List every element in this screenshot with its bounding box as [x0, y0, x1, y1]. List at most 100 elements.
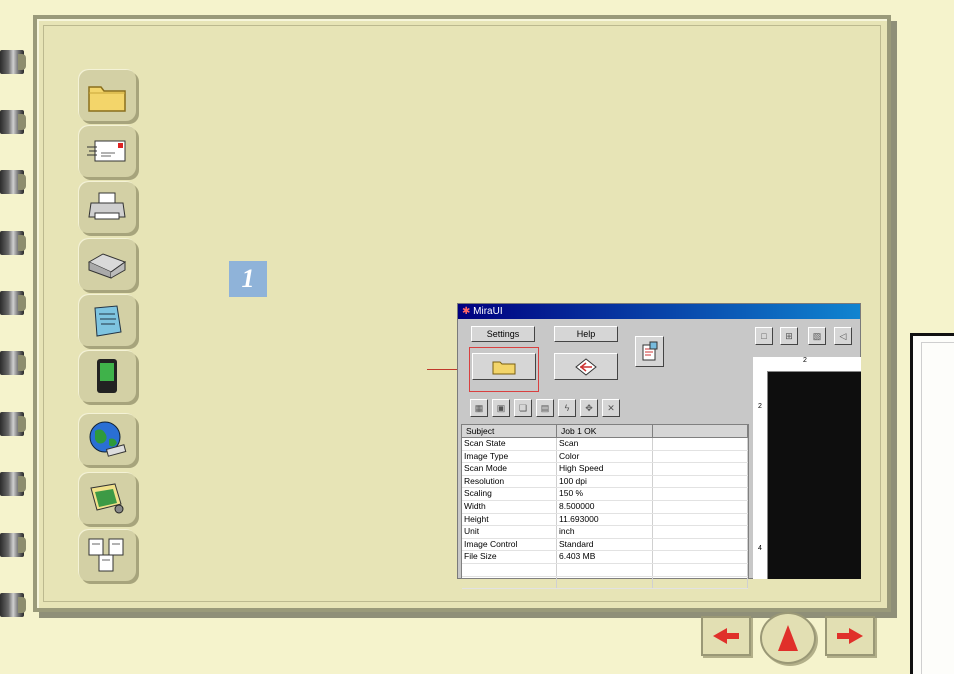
document-copy-icon [88, 538, 124, 572]
binding-ring [0, 472, 26, 496]
arrow-right-icon [837, 628, 863, 644]
fax-icon [87, 253, 127, 279]
table-row[interactable]: Scaling 150 % [462, 488, 748, 501]
prev-preview-tool[interactable]: ◁ [834, 327, 852, 345]
email-icon [87, 140, 126, 162]
web-globe-icon [89, 421, 127, 457]
image-edit-icon [90, 483, 124, 514]
row-label: Resolution [462, 475, 557, 488]
preview-select-tool[interactable]: □ [755, 327, 773, 345]
printer-icon [88, 192, 126, 220]
email-button[interactable] [78, 125, 136, 177]
binding-ring [0, 110, 26, 134]
table-row[interactable]: Scan State Scan [462, 438, 748, 451]
row-value: 8.500000 [557, 500, 653, 513]
horizontal-ruler: 2 [767, 357, 861, 372]
image-edit-button[interactable] [78, 472, 136, 524]
delete-tool[interactable]: ✕ [602, 399, 620, 417]
binding-ring [0, 170, 26, 194]
binding-ring [0, 412, 26, 436]
pda-icon [97, 359, 117, 393]
row-value: 11.693000 [557, 513, 653, 526]
notepad-icon [94, 305, 122, 337]
row-label [462, 563, 557, 576]
zoom-fit-tool[interactable]: ▧ [808, 327, 826, 345]
notepad-button[interactable] [78, 294, 136, 346]
table-row[interactable]: File Size 6.403 MB [462, 551, 748, 564]
scan-preview-image [768, 372, 861, 579]
row-label: Scaling [462, 488, 557, 500]
document-copy-button[interactable] [78, 529, 136, 581]
table-row[interactable] [462, 576, 748, 590]
help-button[interactable]: Help [554, 326, 618, 342]
home-button[interactable] [760, 612, 816, 664]
folder-button[interactable] [78, 69, 136, 121]
save-tool[interactable]: ▤ [536, 399, 554, 417]
row-value: 100 dpi [557, 475, 653, 488]
row-value: High Speed [557, 463, 653, 475]
folder-icon [88, 86, 126, 112]
table-row[interactable]: Image Control Standard [462, 538, 748, 552]
row-value [557, 576, 653, 589]
row-label: Width [462, 500, 557, 513]
row-label: File Size [462, 551, 557, 563]
column-header-job: Job 1 OK [557, 425, 653, 437]
next-page-edge [910, 333, 954, 674]
scan-send-button[interactable] [554, 353, 618, 380]
row-label: Scan State [462, 438, 557, 450]
row-value [557, 563, 653, 576]
arrow-up-icon [778, 625, 798, 651]
row-value: 150 % [557, 488, 653, 500]
table-row[interactable]: Scan Mode High Speed [462, 463, 748, 476]
column-header-subject: Subject [462, 425, 557, 437]
row-label: Unit [462, 526, 557, 538]
pda-button[interactable] [78, 350, 136, 402]
binding-ring [0, 291, 26, 315]
table-row[interactable]: Image Type Color [462, 450, 748, 464]
row-label: Height [462, 513, 557, 526]
table-row[interactable] [462, 563, 748, 577]
window-title: ✱ MiraUI [458, 304, 860, 319]
table-row[interactable]: Width 8.500000 [462, 500, 748, 514]
ruler-mark: 2 [758, 403, 762, 410]
ruler-mark: 2 [803, 357, 807, 364]
settings-button[interactable]: Settings [471, 326, 535, 342]
row-label: Scan Mode [462, 463, 557, 475]
window-title-text: MiraUI [473, 306, 503, 317]
lightning-tool[interactable]: ϟ [558, 399, 576, 417]
row-label: Image Control [462, 538, 557, 551]
row-value: inch [557, 526, 653, 538]
folder-button-highlight [469, 347, 539, 392]
copy-tool[interactable]: ▣ [492, 399, 510, 417]
move-tool[interactable]: ✥ [580, 399, 598, 417]
binding-ring [0, 593, 26, 617]
scan-toolbar: ▦ ▣ ❏ ▤ ϟ ✥ ✕ [470, 399, 620, 417]
send-arrow-icon [575, 357, 597, 376]
fax-button[interactable] [78, 238, 136, 290]
row-label [462, 576, 557, 589]
table-header: Subject Job 1 OK [462, 425, 748, 438]
next-page-button[interactable] [825, 616, 875, 656]
column-header-empty [653, 425, 748, 437]
binding-ring [0, 533, 26, 557]
table-row[interactable]: Resolution 100 dpi [462, 475, 748, 489]
select-area-tool[interactable]: ▦ [470, 399, 488, 417]
zoom-in-tool[interactable]: ⊞ [780, 327, 798, 345]
row-value: Standard [557, 538, 653, 551]
table-row[interactable]: Height 11.693000 [462, 513, 748, 527]
table-row[interactable]: Unit inch [462, 526, 748, 539]
row-value: Scan [557, 438, 653, 450]
web-button[interactable] [78, 413, 136, 465]
layers-tool[interactable]: ❏ [514, 399, 532, 417]
row-label: Image Type [462, 450, 557, 463]
row-value: 6.403 MB [557, 551, 653, 563]
vertical-ruler: 2 4 [753, 371, 768, 579]
binding-ring [0, 50, 26, 74]
document-button[interactable] [635, 336, 664, 367]
previous-page-button[interactable] [701, 616, 751, 656]
ruler-mark: 4 [758, 545, 762, 552]
arrow-left-icon [713, 628, 739, 644]
print-button[interactable] [78, 181, 136, 233]
document-icon [642, 341, 657, 360]
step-number-badge: 1 [229, 261, 267, 297]
